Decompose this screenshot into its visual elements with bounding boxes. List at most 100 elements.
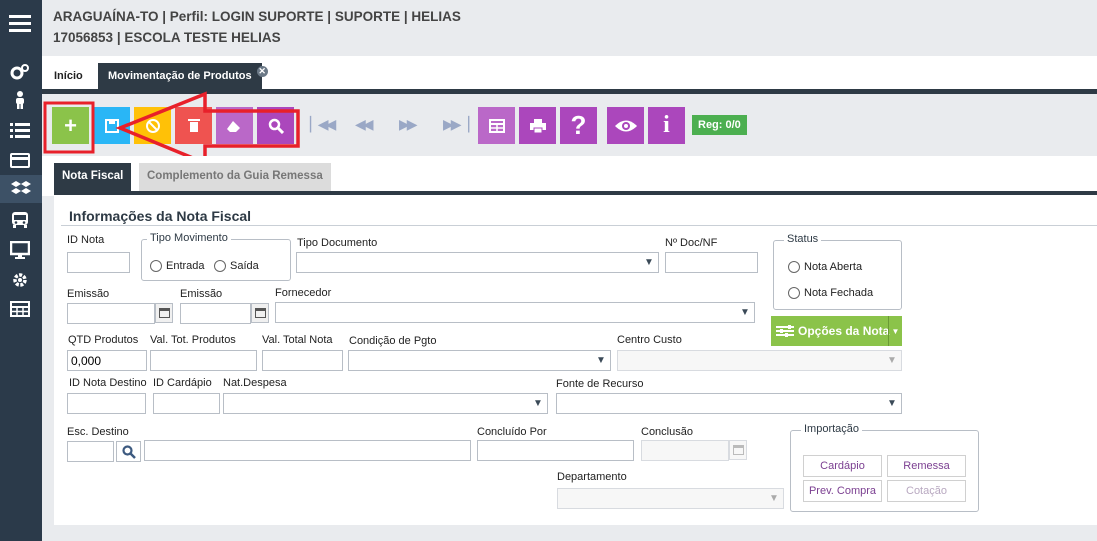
grid-view-button[interactable] (478, 107, 515, 144)
sliders-icon (776, 325, 794, 337)
esc-destino-input[interactable] (67, 441, 114, 462)
list-icon[interactable] (9, 121, 31, 139)
val-total-nota-input[interactable] (262, 350, 343, 371)
chevron-down-icon: ▼ (533, 398, 543, 409)
radio-entrada-label: Entrada (166, 260, 205, 272)
centro-custo-label: Centro Custo (617, 334, 682, 346)
emissao-input-1[interactable] (67, 303, 155, 324)
section-divider (61, 225, 1097, 226)
gears-icon[interactable] (9, 63, 31, 81)
save-button[interactable] (93, 107, 130, 144)
val-total-nota-label: Val. Total Nota (262, 334, 333, 346)
tab-nota-fiscal[interactable]: Nota Fiscal (54, 163, 132, 193)
concluido-por-input[interactable] (477, 440, 634, 461)
remessa-button[interactable]: Remessa (887, 455, 966, 477)
tab-movimentacao[interactable]: Movimentação de Produtos ✕ (98, 63, 268, 91)
radio-nota-fechada-circle[interactable] (788, 287, 800, 299)
status-group (773, 240, 902, 310)
opcoes-nota-button[interactable]: Opções da Nota ▼ (771, 316, 902, 346)
radio-nota-aberta[interactable]: Nota Aberta (788, 261, 862, 273)
id-nota-destino-input[interactable] (67, 393, 146, 414)
radio-saida[interactable]: Saída (214, 260, 259, 272)
id-cardapio-input[interactable] (153, 393, 220, 414)
id-nota-destino-label: ID Nota Destino (69, 377, 147, 389)
grid-icon (488, 118, 505, 133)
gear-icon[interactable] (9, 271, 31, 289)
condicao-pgto-select[interactable]: ▼ (348, 350, 611, 371)
cotacao-button[interactable]: Cotação (887, 480, 966, 502)
person-icon[interactable] (9, 91, 31, 109)
esc-destino-search-button[interactable] (116, 441, 141, 462)
id-nota-input[interactable] (67, 252, 130, 273)
qtd-produtos-input[interactable] (67, 350, 147, 371)
search-button[interactable] (257, 107, 294, 144)
esc-destino-name-input[interactable] (144, 440, 471, 461)
header-context: ARAGUAÍNA-TO | Perfil: LOGIN SUPORTE | S… (53, 9, 461, 24)
first-record-icon[interactable]: ▏◀◀ (310, 116, 336, 133)
prev-compra-button[interactable]: Prev. Compra (803, 480, 882, 502)
monitor-icon[interactable] (9, 241, 31, 259)
delete-button[interactable] (175, 107, 212, 144)
chevron-down-icon: ▼ (887, 398, 897, 409)
chevron-down-icon: ▼ (644, 257, 654, 268)
save-icon (104, 118, 119, 133)
nat-despesa-select[interactable]: ▼ (223, 393, 548, 414)
chevron-down-icon: ▼ (596, 355, 606, 366)
next-record-icon[interactable]: ▶▶ (399, 116, 417, 133)
last-record-icon[interactable]: ▶▶▕ (443, 116, 469, 133)
menu-icon[interactable] (9, 14, 31, 32)
toolbar: + ▏◀◀ ◀◀ ▶▶ ▶▶▕ ? i Reg: 0/0 (42, 94, 1097, 156)
chevron-down-icon: ▼ (740, 307, 750, 318)
clear-button[interactable] (216, 107, 253, 144)
tab-bar: Início Movimentação de Produtos ✕ (42, 56, 1097, 94)
calendar-icon[interactable] (729, 440, 747, 460)
tab-inicio[interactable]: Início (44, 63, 93, 91)
previous-record-icon[interactable]: ◀◀ (355, 116, 373, 133)
departamento-select[interactable]: ▼ (557, 488, 784, 509)
calendar-icon[interactable] (155, 303, 173, 323)
radio-nota-aberta-circle[interactable] (788, 261, 800, 273)
radio-entrada[interactable]: Entrada (150, 260, 205, 272)
eye-icon (614, 120, 637, 131)
print-button[interactable] (519, 107, 556, 144)
view-button[interactable] (607, 107, 644, 144)
centro-custo-select[interactable]: ▼ (617, 350, 902, 371)
conclusao-input[interactable] (641, 440, 729, 461)
radio-nota-fechada-label: Nota Fechada (804, 287, 874, 299)
search-icon (268, 118, 284, 134)
emissao-input-2[interactable] (180, 303, 251, 324)
add-button[interactable]: + (52, 107, 89, 144)
concluido-por-label: Concluído Por (477, 426, 547, 438)
fornecedor-select[interactable]: ▼ (275, 302, 755, 323)
search-icon (121, 444, 136, 459)
close-tab-icon[interactable]: ✕ (256, 66, 268, 77)
cancel-button[interactable] (134, 107, 171, 144)
radio-saida-circle[interactable] (214, 260, 226, 272)
section-title: Informações da Nota Fiscal (69, 208, 252, 224)
no-doc-input[interactable] (665, 252, 758, 273)
emissao-label-2: Emissão (180, 288, 223, 300)
tipo-documento-label: Tipo Documento (297, 237, 378, 249)
status-legend: Status (784, 233, 822, 245)
table-icon[interactable] (9, 300, 31, 318)
fonte-recurso-select[interactable]: ▼ (556, 393, 902, 414)
record-counter: Reg: 0/0 (692, 115, 747, 135)
tipo-documento-select[interactable]: ▼ (296, 252, 659, 273)
radio-entrada-circle[interactable] (150, 260, 162, 272)
tipo-movimento-legend: Tipo Movimento (147, 232, 231, 244)
importacao-legend: Importação (801, 423, 863, 435)
calendar-icon[interactable] (251, 303, 269, 323)
credit-card-icon[interactable] (9, 151, 31, 169)
caret-down-icon[interactable]: ▼ (888, 316, 902, 346)
radio-nota-fechada[interactable]: Nota Fechada (788, 287, 873, 299)
bus-icon[interactable] (9, 211, 31, 229)
info-button[interactable]: i (648, 107, 685, 144)
tab-complemento-guia-remessa[interactable]: Complemento da Guia Remessa (139, 163, 331, 193)
val-tot-produtos-input[interactable] (150, 350, 257, 371)
help-button[interactable]: ? (560, 107, 597, 144)
dropbox-icon[interactable] (0, 175, 42, 203)
id-nota-label: ID Nota (67, 234, 105, 246)
cardapio-button[interactable]: Cardápio (803, 455, 882, 477)
chevron-down-icon: ▼ (887, 355, 897, 366)
emissao-label-1: Emissão (67, 288, 110, 300)
